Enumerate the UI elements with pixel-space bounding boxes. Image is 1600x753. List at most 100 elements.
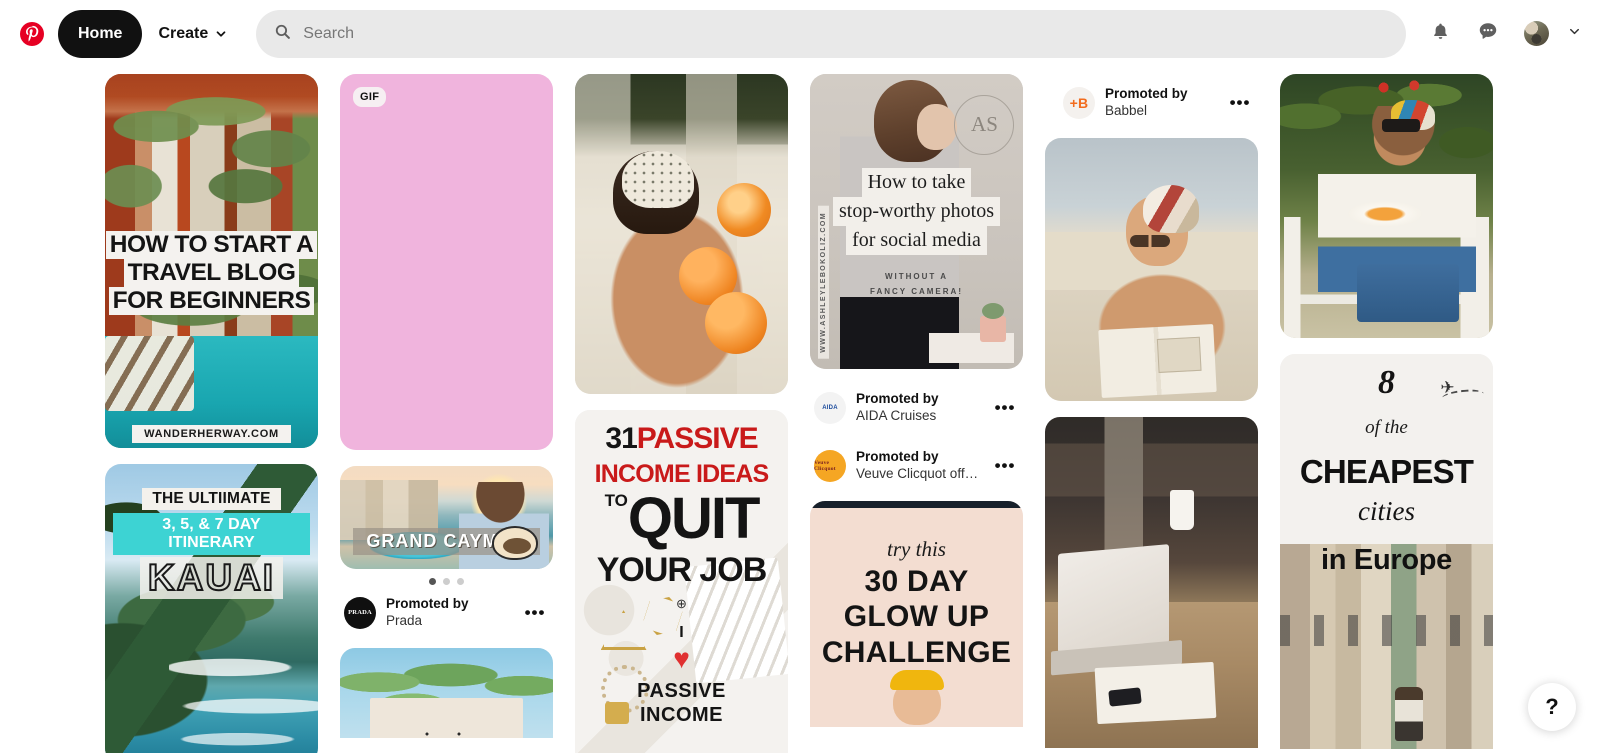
cheapest-cities-europe-pin[interactable]: 8 ✈ of the CHEAPEST cities in Europe [1280, 354, 1493, 749]
pin-column-1: HOW TO START A TRAVEL BLOG FOR BEGINNERS… [105, 74, 318, 753]
cheapest-cities-word: cities [1358, 496, 1415, 527]
oranges-portrait-pin[interactable] [575, 74, 788, 394]
pin-image[interactable]: 8 ✈ of the CHEAPEST cities in Europe [1280, 354, 1493, 749]
palm-beach-partial-pin[interactable] [340, 647, 553, 738]
home-button[interactable]: Home [58, 9, 143, 58]
promoted-by-label: Promoted by [856, 391, 939, 406]
subtitle-line-1: WITHOUT A [884, 271, 949, 281]
pasta-lady-pin[interactable] [1280, 74, 1493, 338]
chevron-down-icon [1567, 24, 1582, 44]
promoted-attribution[interactable]: +B Promoted by Babbel ••• [1045, 74, 1258, 124]
pin-title-overlay: THE ULTIIMATE 3, 5, & 7 DAY ITINERARY KA… [113, 488, 310, 599]
masonry-columns: HOW TO START A TRAVEL BLOG FOR BEGINNERS… [105, 74, 1493, 753]
pin-artwork [340, 647, 553, 738]
carousel-dots[interactable] [340, 569, 553, 590]
beach-reading-pin[interactable] [1045, 137, 1258, 401]
pin-image[interactable] [1280, 74, 1493, 338]
pin-options-button[interactable]: ••• [991, 452, 1019, 480]
title-line-2: TRAVEL BLOG [123, 259, 300, 288]
bell-icon [1430, 21, 1451, 47]
search-bar[interactable] [256, 9, 1406, 58]
pin-column-4: AS WWW.ASHLEYLEBOKOLIZ.COM How to take s… [810, 74, 1023, 753]
title-line-1: HOW TO START A [105, 231, 318, 260]
avatar [1523, 21, 1549, 46]
advertiser-logo-babbel: +B [1063, 86, 1095, 119]
pin-options-button[interactable]: ••• [521, 599, 549, 627]
cheapest-number: 8 [1378, 363, 1395, 401]
passive-headline-4: YOUR JOB [596, 551, 768, 590]
pin-image[interactable] [1045, 416, 1258, 748]
babbel-promoted-pin[interactable]: +B Promoted by Babbel ••• [1045, 74, 1258, 124]
pin-artwork [1045, 416, 1258, 748]
travel-blog-pin[interactable]: HOW TO START A TRAVEL BLOG FOR BEGINNERS… [105, 74, 318, 448]
pin-image[interactable]: THE ULTIIMATE 3, 5, & 7 DAY ITINERARY KA… [105, 464, 318, 753]
pin-image[interactable]: GIF [340, 74, 553, 450]
promoted-attribution[interactable]: AIDA Promoted by AIDA Cruises ••• [810, 385, 1023, 427]
passive-footer-line-2: INCOME [640, 704, 723, 727]
aida-cruises-promoted-row[interactable]: AIDA Promoted by AIDA Cruises ••• [810, 385, 1023, 427]
pin-feed[interactable]: HOW TO START A TRAVEL BLOG FOR BEGINNERS… [0, 67, 1600, 753]
messages-button[interactable] [1464, 10, 1512, 58]
gif-badge: GIF [353, 87, 387, 107]
pin-options-button[interactable]: ••• [1226, 89, 1254, 117]
glowup-line-2: GLOW UP [843, 600, 990, 634]
home-button-label: Home [78, 24, 123, 42]
advertiser-logo-aida: AIDA [814, 391, 846, 424]
search-input[interactable] [303, 24, 1388, 43]
pin-image[interactable]: AS WWW.ASHLEYLEBOKOLIZ.COM How to take s… [810, 74, 1023, 369]
carousel-dot-3[interactable] [457, 578, 464, 585]
promoted-by-label: Promoted by [1105, 86, 1188, 101]
pin-url-text: WANDERHERWAY.COM [132, 425, 291, 443]
help-button[interactable]: ? [1528, 683, 1576, 731]
advertiser-name: Prada [386, 612, 423, 628]
pin-title-overlay: HOW TO START A TRAVEL BLOG FOR BEGINNERS [105, 231, 318, 315]
cafe-laptop-pin[interactable] [1045, 416, 1258, 748]
promoted-by-label: Promoted by [856, 448, 939, 464]
chat-bubble-icon [1477, 20, 1499, 47]
passive-quit: QUIT [627, 485, 761, 551]
pin-image[interactable]: GRAND CAYMAN [340, 466, 553, 569]
carousel-dot-1[interactable] [429, 578, 436, 585]
pin-artwork [575, 74, 788, 394]
cheapest-word: CHEAPEST [1299, 452, 1474, 490]
title-line-3: FOR BEGINNERS [108, 287, 315, 315]
glowup-line-3: CHALLENGE [821, 635, 1012, 669]
pin-image[interactable]: 31PASSIVE INCOME IDEAS TOQUIT YOUR JOB ⊕… [575, 410, 788, 753]
create-button[interactable]: Create [142, 10, 244, 58]
pin-image[interactable] [1045, 137, 1258, 401]
passive-income-pin[interactable]: 31PASSIVE INCOME IDEAS TOQUIT YOUR JOB ⊕… [575, 410, 788, 753]
passive-to: TO [604, 490, 628, 510]
gif-placeholder-pin[interactable]: GIF [340, 74, 553, 450]
veuve-clicquot-promoted-row[interactable]: Veuve Clicquot Promoted by Veuve Clicquo… [810, 443, 1023, 485]
pin-image[interactable] [575, 74, 788, 394]
passive-headline-3: TOQUIT [579, 489, 784, 547]
notifications-button[interactable] [1416, 10, 1464, 58]
glowup-headline: 30 DAY GLOW UP CHALLENGE [810, 564, 1023, 670]
glow-up-challenge-pin[interactable]: try this 30 DAY GLOW UP CHALLENGE [810, 500, 1023, 727]
carousel-dot-2[interactable] [443, 578, 450, 585]
pin-image[interactable]: try this 30 DAY GLOW UP CHALLENGE [810, 500, 1023, 727]
chevron-down-icon [214, 27, 228, 41]
account-menu-button[interactable] [1560, 10, 1588, 58]
passive-footer-line-1: PASSIVE [637, 680, 726, 703]
pin-options-button[interactable]: ••• [991, 394, 1019, 422]
kauai-line-2: 3, 5, & 7 DAY ITINERARY [113, 513, 310, 555]
stop-worthy-photos-pin[interactable]: AS WWW.ASHLEYLEBOKOLIZ.COM How to take s… [810, 74, 1023, 369]
title-line-2: stop-worthy photos [833, 197, 1000, 226]
pin-image[interactable]: HOW TO START A TRAVEL BLOG FOR BEGINNERS… [105, 74, 318, 448]
promoted-attribution[interactable]: PRADA Promoted by Prada ••• [340, 590, 553, 632]
pin-image[interactable] [340, 647, 553, 738]
search-icon [274, 23, 291, 45]
promoted-attribution[interactable]: Veuve Clicquot Promoted by Veuve Clicquo… [810, 443, 1023, 485]
pin-column-2: GIF GRAND CAYMAN PRADA Promoted by Prada… [340, 74, 553, 753]
account-avatar-button[interactable] [1512, 10, 1560, 58]
plus-circle-icon: ⊕ [676, 596, 687, 612]
pinterest-logo-icon[interactable] [8, 10, 56, 58]
kauai-itinerary-pin[interactable]: THE ULTIIMATE 3, 5, & 7 DAY ITINERARY KA… [105, 464, 318, 753]
passive-word: PASSIVE [636, 421, 759, 455]
cheapest-in-europe: in Europe [1320, 543, 1453, 576]
glowup-script-text: try this [887, 536, 946, 561]
advertiser-name: Babbel [1105, 102, 1148, 118]
pin-column-3: 31PASSIVE INCOME IDEAS TOQUIT YOUR JOB ⊕… [575, 74, 788, 753]
grand-cayman-promoted-pin[interactable]: GRAND CAYMAN PRADA Promoted by Prada ••• [340, 466, 553, 632]
